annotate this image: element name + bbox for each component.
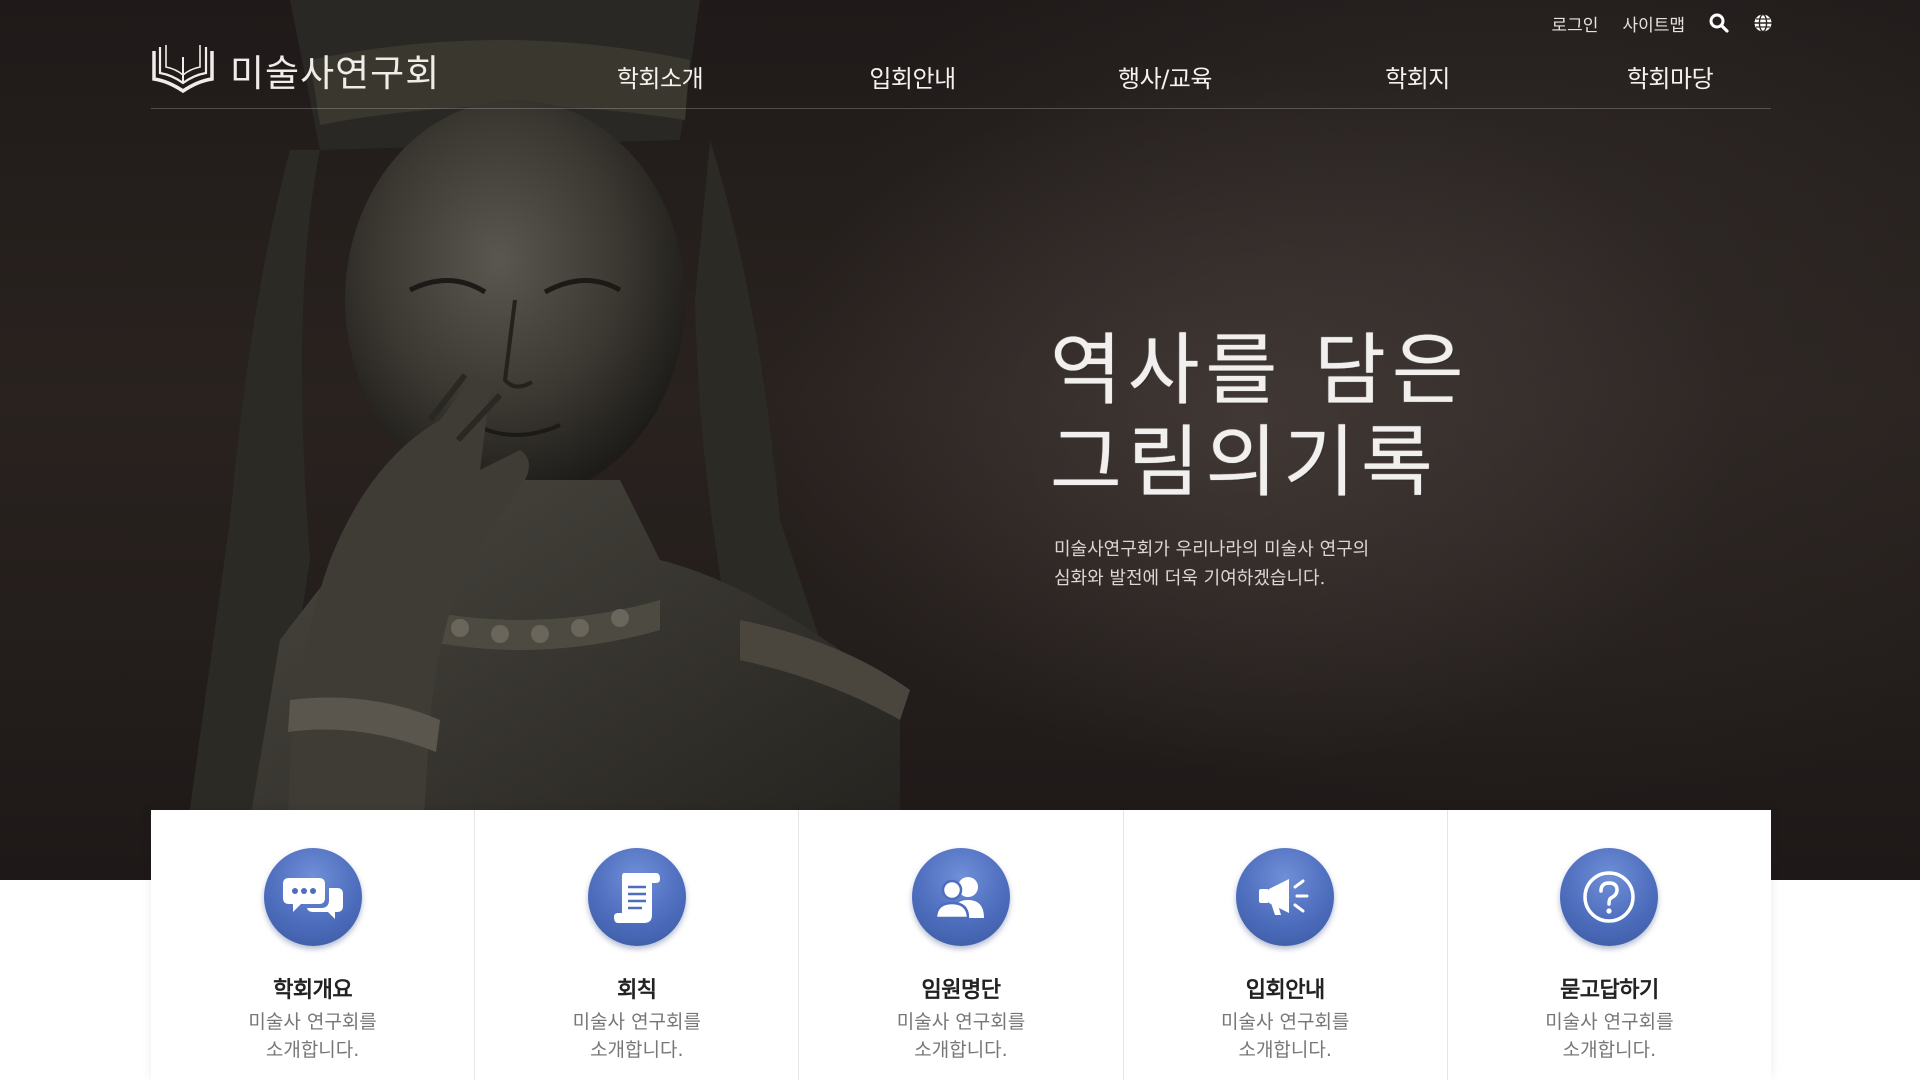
card-description-line2: 소개합니다. <box>265 1039 360 1061</box>
card-description-line1: 미술사 연구회를 <box>1545 1011 1674 1033</box>
card-overview[interactable]: 학회개요 미술사 연구회를 소개합니다. <box>151 810 476 1080</box>
hero-title-line2: 그림의기록 <box>1050 418 1439 508</box>
card-description-line1: 미술사 연구회를 <box>572 1011 701 1033</box>
question-icon <box>1560 848 1659 946</box>
card-title: 묻고답하기 <box>1560 978 1659 1003</box>
login-link[interactable]: 로그인 <box>1552 11 1599 36</box>
nav-item-about[interactable]: 학회소개 <box>560 59 760 94</box>
nav-item-journal[interactable]: 학회지 <box>1318 59 1518 94</box>
card-title: 학회개요 <box>273 978 353 1003</box>
hero-title: 역사를 담은 그림의기록 <box>1050 325 1570 509</box>
card-description: 미술사 연구회를 소개합니다. <box>871 1008 1051 1064</box>
card-title: 입회안내 <box>1245 978 1325 1003</box>
nav-item-events[interactable]: 행사/교육 <box>1065 59 1265 94</box>
logo-text: 미술사연구회 <box>230 52 441 95</box>
card-description: 미술사 연구회를 소개합니다. <box>1519 1008 1699 1064</box>
megaphone-icon <box>1236 848 1335 946</box>
card-description-line2: 소개합니다. <box>590 1039 684 1061</box>
scroll-document-icon <box>587 848 686 946</box>
site-logo[interactable]: 미술사연구회 <box>150 44 440 96</box>
hero-title-line1: 역사를 담은 <box>1050 326 1470 416</box>
card-description-line2: 소개합니다. <box>1238 1039 1332 1061</box>
card-title: 임원명단 <box>921 978 1001 1003</box>
members-icon <box>912 848 1010 946</box>
card-title: 회칙 <box>617 978 657 1003</box>
hero-banner <box>0 0 1920 880</box>
card-membership[interactable]: 입회안내 미술사 연구회를 소개합니다. <box>1124 810 1448 1080</box>
chat-bubbles-icon <box>263 848 362 946</box>
utility-bar: 로그인 사이트맵 <box>1552 10 1773 36</box>
card-description: 미술사 연구회를 소개합니다. <box>547 1008 727 1064</box>
card-description-line1: 미술사 연구회를 <box>1221 1011 1350 1033</box>
main-navigation: 학회소개 입회안내 행사/교육 학회지 학회마당 <box>560 52 1770 100</box>
card-description-line1: 미술사 연구회를 <box>896 1011 1026 1033</box>
header-divider <box>151 108 1771 109</box>
card-description-line1: 미술사 연구회를 <box>248 1011 377 1033</box>
hero-subtitle: 미술사연구회가 우리나라의 미술사 연구의 심화와 발전에 더욱 기여하겠습니다… <box>1054 535 1474 593</box>
globe-icon[interactable] <box>1753 13 1773 33</box>
nav-item-community[interactable]: 학회마당 <box>1570 59 1770 94</box>
quick-links: 학회개요 미술사 연구회를 소개합니다. 회칙 미술사 연구회를 소개합니다. <box>151 810 1771 1080</box>
card-description-line2: 소개합니다. <box>1562 1039 1657 1061</box>
card-officers[interactable]: 임원명단 미술사 연구회를 소개합니다. <box>799 810 1124 1080</box>
search-icon[interactable] <box>1709 13 1729 33</box>
nav-item-membership[interactable]: 입회안내 <box>813 59 1013 94</box>
open-book-logo-icon <box>152 45 214 94</box>
card-description: 미술사 연구회를 소개합니다. <box>1195 1008 1375 1064</box>
card-bylaws[interactable]: 회칙 미술사 연구회를 소개합니다. <box>475 810 800 1080</box>
card-description-line2: 소개합니다. <box>914 1039 1008 1061</box>
card-qna[interactable]: 묻고답하기 미술사 연구회를 소개합니다. <box>1448 810 1771 1080</box>
hero-subtitle-line2: 심화와 발전에 더욱 기여하겠습니다. <box>1054 568 1326 589</box>
sitemap-link[interactable]: 사이트맵 <box>1622 11 1685 36</box>
card-description: 미술사 연구회를 소개합니다. <box>223 1008 403 1064</box>
bodhisattva-statue-image <box>180 0 910 880</box>
hero-subtitle-line1: 미술사연구회가 우리나라의 미술사 연구의 <box>1054 539 1370 560</box>
